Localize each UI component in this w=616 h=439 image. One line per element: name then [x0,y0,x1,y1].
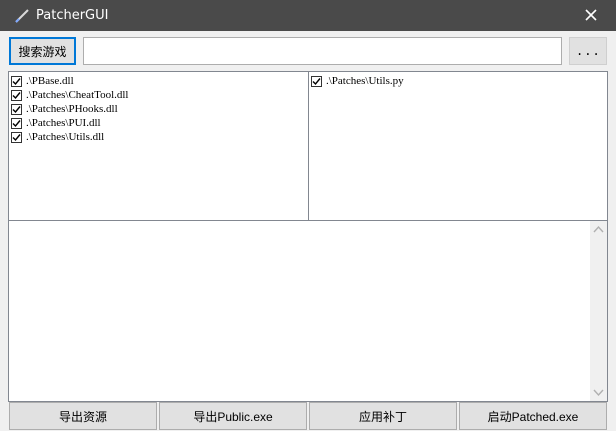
scroll-up-icon[interactable] [590,221,607,238]
script-file-list[interactable]: .\Patches\Utils.py [308,71,608,221]
list-item[interactable]: .\Patches\PUI.dll [9,116,308,130]
list-item[interactable]: .\Patches\Utils.py [309,74,607,88]
log-output[interactable] [8,220,608,402]
checkbox[interactable] [11,117,22,129]
list-item-label: .\Patches\Utils.py [326,75,404,87]
list-item[interactable]: .\Patches\CheatTool.dll [9,88,308,102]
export-public-button[interactable]: 导出Public.exe [159,402,307,430]
close-icon[interactable] [582,6,600,24]
checkbox[interactable] [311,75,322,87]
checkbox[interactable] [11,75,22,87]
list-item-label: .\Patches\PUI.dll [26,117,101,129]
browse-button[interactable]: ... [569,37,607,65]
list-item[interactable]: .\Patches\Utils.dll [9,130,308,144]
list-item-label: .\Patches\Utils.dll [26,131,105,143]
background-window-strip [0,431,616,439]
checkbox[interactable] [11,131,22,143]
scrollbar[interactable] [590,221,607,401]
window-title: PatcherGUI [36,8,109,23]
list-item[interactable]: .\Patches\PHooks.dll [9,102,308,116]
launch-patched-button[interactable]: 启动Patched.exe [459,402,607,430]
apply-patch-button[interactable]: 应用补丁 [309,402,457,430]
pen-icon [13,7,31,25]
game-path-input[interactable] [83,37,562,65]
title-bar: PatcherGUI [0,0,616,31]
scroll-down-icon[interactable] [590,384,607,401]
list-item[interactable]: .\PBase.dll [9,74,308,88]
list-item-label: .\Patches\PHooks.dll [26,103,118,115]
list-item-label: .\Patches\CheatTool.dll [26,89,129,101]
checkbox[interactable] [11,89,22,101]
patch-file-list[interactable]: .\PBase.dll .\Patches\CheatTool.dll .\Pa… [8,71,309,221]
checkbox[interactable] [11,103,22,115]
search-game-button[interactable]: 搜索游戏 [9,37,76,65]
export-resources-button[interactable]: 导出资源 [9,402,157,430]
list-item-label: .\PBase.dll [26,75,74,87]
